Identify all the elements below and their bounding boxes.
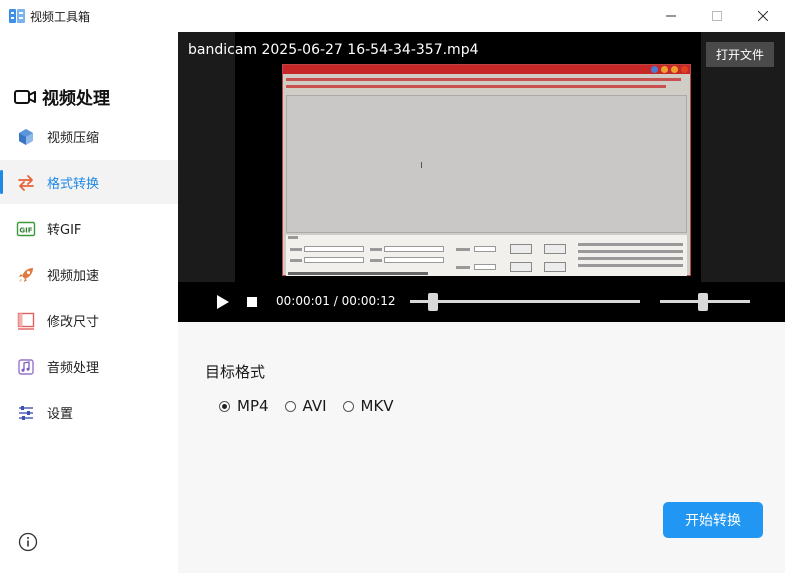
volume-slider-handle[interactable] bbox=[698, 293, 709, 311]
sidebar-item-label: 视频加速 bbox=[47, 269, 100, 284]
sidebar-item-label: 转GIF bbox=[47, 223, 82, 238]
radio-mp4[interactable]: MP4 bbox=[219, 397, 269, 415]
video-letterbox-left bbox=[178, 32, 235, 282]
sidebar-item-settings[interactable]: 设置 bbox=[0, 390, 178, 434]
stop-button[interactable] bbox=[247, 297, 257, 307]
frame-canvas bbox=[286, 95, 687, 233]
sidebar-item-label: 视频压缩 bbox=[47, 131, 100, 146]
close-icon bbox=[758, 11, 768, 21]
sidebar-item-compress[interactable]: 视频压缩 bbox=[0, 114, 178, 158]
seek-slider-handle[interactable] bbox=[427, 293, 438, 311]
info-icon bbox=[18, 532, 38, 552]
frame-ctl-icon bbox=[661, 66, 668, 73]
frame-text-lines bbox=[286, 76, 686, 94]
sidebar-item-label: 设置 bbox=[47, 407, 74, 422]
video-camera-icon bbox=[14, 89, 36, 104]
player-controls: 00:00:01 / 00:00:12 bbox=[178, 282, 785, 322]
svg-text:GIF: GIF bbox=[19, 227, 32, 235]
maximize-button[interactable] bbox=[694, 0, 740, 32]
title-bar: 视频工具箱 bbox=[0, 0, 786, 32]
radio-button[interactable] bbox=[219, 400, 230, 412]
radio-label: AVI bbox=[302, 397, 327, 415]
frame-panel bbox=[286, 235, 687, 276]
frame-titlebar bbox=[283, 65, 690, 74]
video-file-name: bandicam 2025-06-27 16-54-34-357.mp4 bbox=[188, 42, 479, 58]
seek-slider[interactable] bbox=[410, 300, 640, 303]
music-note-icon bbox=[18, 359, 34, 375]
swap-arrows-icon bbox=[18, 175, 34, 191]
radio-mkv[interactable]: MKV bbox=[342, 397, 394, 415]
start-convert-button[interactable]: 开始转换 bbox=[663, 502, 763, 538]
rocket-icon bbox=[19, 268, 33, 282]
radio-label: MKV bbox=[360, 397, 394, 415]
settings-sliders-icon bbox=[19, 406, 33, 420]
sidebar-item-label: 格式转换 bbox=[47, 177, 100, 192]
minimize-button[interactable] bbox=[648, 0, 694, 32]
radio-avi[interactable]: AVI bbox=[284, 397, 327, 415]
radio-button[interactable] bbox=[342, 400, 354, 412]
radio-label: MP4 bbox=[237, 397, 269, 415]
play-icon[interactable] bbox=[215, 294, 231, 310]
sidebar-item-gif[interactable]: GIF 转GIF bbox=[0, 206, 178, 250]
about-button[interactable] bbox=[18, 532, 38, 552]
open-file-button[interactable]: 打开文件 bbox=[706, 42, 774, 67]
app-logo-icon bbox=[9, 9, 25, 23]
sidebar-item-speedup[interactable]: 视频加速 bbox=[0, 252, 178, 296]
sidebar-header: 视频处理 bbox=[14, 84, 110, 109]
video-letterbox-right bbox=[701, 32, 785, 282]
resize-icon bbox=[17, 312, 35, 330]
frame-ctl-icon bbox=[671, 66, 678, 73]
video-player: bandicam 2025-06-27 16-54-34-357.mp4 打开文… bbox=[178, 32, 785, 322]
frame-ctl-icon bbox=[681, 66, 688, 73]
video-frame[interactable] bbox=[282, 64, 691, 276]
sidebar: 视频处理 视频压缩 格式转换 GIF 转GIF 视频加速 修改尺寸 音频处理 设… bbox=[0, 32, 178, 573]
close-button[interactable] bbox=[740, 0, 786, 32]
radio-button[interactable] bbox=[284, 400, 296, 412]
gif-icon: GIF bbox=[16, 221, 36, 237]
minimize-icon bbox=[666, 15, 676, 17]
sidebar-item-audio[interactable]: 音频处理 bbox=[0, 344, 178, 388]
window-title: 视频工具箱 bbox=[30, 10, 91, 24]
format-panel: 目标格式 MP4 AVI MKV 开始转换 bbox=[178, 322, 785, 573]
frame-ctl-icon bbox=[651, 66, 658, 73]
maximize-icon bbox=[712, 11, 722, 21]
sidebar-item-resize[interactable]: 修改尺寸 bbox=[0, 298, 178, 342]
sidebar-item-label: 音频处理 bbox=[47, 361, 100, 376]
sidebar-item-label: 修改尺寸 bbox=[47, 315, 100, 330]
target-format-title: 目标格式 bbox=[205, 363, 266, 381]
format-radio-group: MP4 AVI MKV bbox=[219, 397, 410, 415]
sidebar-item-format-convert[interactable]: 格式转换 bbox=[0, 160, 178, 204]
time-display: 00:00:01 / 00:00:12 bbox=[276, 294, 396, 308]
sidebar-header-label: 视频处理 bbox=[42, 89, 110, 109]
cube-icon bbox=[19, 129, 33, 145]
